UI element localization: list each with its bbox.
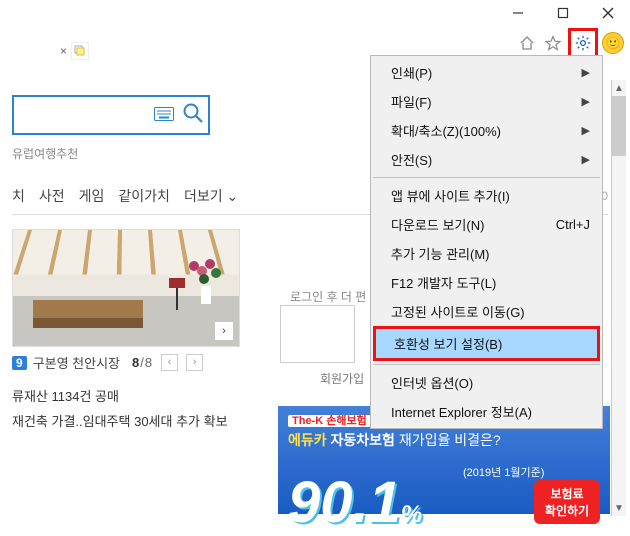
- menu-zoom[interactable]: 확대/축소(Z)(100%)▶: [373, 116, 600, 145]
- nav-tab[interactable]: 같이가치: [118, 186, 170, 206]
- tab-close-icon[interactable]: ×: [60, 44, 67, 58]
- login-prompt: 로그인 후 더 편: [290, 288, 366, 305]
- nav-tab[interactable]: 게임: [79, 186, 105, 206]
- nav-tab-more[interactable]: 더보기 ⌄: [184, 186, 238, 206]
- menu-add-site-appview[interactable]: 앱 뷰에 사이트 추가(I): [373, 181, 600, 210]
- menu-compat-view-settings[interactable]: 호환성 보기 설정(B): [376, 329, 597, 358]
- headline-prev[interactable]: ‹: [161, 354, 178, 371]
- submenu-arrow-icon: ▶: [582, 124, 590, 137]
- signup-link[interactable]: 회원가입: [320, 370, 364, 387]
- tab-strip: ×: [60, 42, 89, 60]
- banner-headline: 에듀카 자동차보험 재가입율 비결은?: [288, 430, 600, 450]
- menu-manage-addons[interactable]: 추가 기능 관리(M): [373, 239, 600, 268]
- headline-pager: 8/8: [132, 355, 153, 370]
- feature-photo[interactable]: ›: [12, 229, 240, 347]
- smiley-icon[interactable]: 🙂: [602, 32, 624, 54]
- search-box[interactable]: [12, 95, 210, 135]
- menu-separator: [373, 177, 600, 178]
- scroll-thumb[interactable]: [612, 96, 626, 156]
- submenu-arrow-icon: ▶: [582, 95, 590, 108]
- chevron-down-icon: ⌄: [226, 188, 238, 204]
- menu-shortcut: Ctrl+J: [556, 217, 590, 232]
- menu-downloads[interactable]: 다운로드 보기(N)Ctrl+J: [373, 210, 600, 239]
- menu-separator: [373, 364, 600, 365]
- headline-row: 9 구본영 천안시장 8/8 ‹ ›: [12, 353, 240, 372]
- gear-icon[interactable]: [572, 32, 594, 54]
- tools-context-menu: 인쇄(P)▶ 파일(F)▶ 확대/축소(Z)(100%)▶ 안전(S)▶ 앱 뷰…: [370, 55, 603, 429]
- headline-category: 9: [12, 356, 27, 370]
- submenu-arrow-icon: ▶: [582, 153, 590, 166]
- browser-toolbar: 🙂: [516, 28, 624, 58]
- photo-next-arrow[interactable]: ›: [215, 322, 233, 340]
- banner-cta-badge[interactable]: 보험료확인하기: [534, 480, 600, 524]
- menu-about-ie[interactable]: Internet Explorer 정보(A): [373, 397, 600, 426]
- close-button[interactable]: [585, 0, 630, 26]
- nav-tab[interactable]: 치: [12, 186, 25, 206]
- scroll-up-button[interactable]: ▲: [612, 80, 626, 96]
- tools-menu-highlight: [568, 28, 598, 58]
- news-item[interactable]: 재건축 가결..임대주택 30세대 추가 확보: [12, 411, 240, 430]
- window-controls: [495, 0, 630, 26]
- menu-file[interactable]: 파일(F)▶: [373, 87, 600, 116]
- submenu-arrow-icon: ▶: [582, 66, 590, 79]
- headline-title[interactable]: 구본영 천안시장: [33, 353, 120, 372]
- nav-tab[interactable]: 사전: [39, 186, 65, 206]
- home-icon[interactable]: [516, 32, 538, 54]
- favorites-icon[interactable]: [542, 32, 564, 54]
- banner-brand: The-K 손해보험: [288, 415, 371, 427]
- menu-internet-options[interactable]: 인터넷 옵션(O): [373, 368, 600, 397]
- banner-date: (2019년 1월기준): [463, 464, 544, 480]
- news-list: 류재산 1134건 공매 재건축 가결..임대주택 30세대 추가 확보: [12, 386, 240, 430]
- banner-bignum: 90.1%: [288, 469, 422, 536]
- feature-card: › 9 구본영 천안시장 8/8 ‹ › 류재산 1134건 공매 재건축 가결…: [12, 229, 240, 430]
- news-item[interactable]: 류재산 1134건 공매: [12, 386, 240, 405]
- vertical-scrollbar[interactable]: ▲ ▼: [611, 80, 626, 516]
- menu-compat-highlight: 호환성 보기 설정(B): [373, 326, 600, 361]
- new-tab-button[interactable]: [71, 42, 89, 60]
- login-input-box[interactable]: [280, 305, 355, 363]
- minimize-button[interactable]: [495, 0, 540, 26]
- menu-f12-devtools[interactable]: F12 개발자 도구(L): [373, 268, 600, 297]
- menu-pinned-sites[interactable]: 고정된 사이트로 이동(G): [373, 297, 600, 326]
- headline-next[interactable]: ›: [186, 354, 203, 371]
- scroll-down-button[interactable]: ▼: [612, 500, 626, 516]
- menu-print[interactable]: 인쇄(P)▶: [373, 58, 600, 87]
- search-icon[interactable]: [182, 102, 204, 129]
- menu-safety[interactable]: 안전(S)▶: [373, 145, 600, 174]
- maximize-button[interactable]: [540, 0, 585, 26]
- keyboard-icon[interactable]: [154, 107, 174, 124]
